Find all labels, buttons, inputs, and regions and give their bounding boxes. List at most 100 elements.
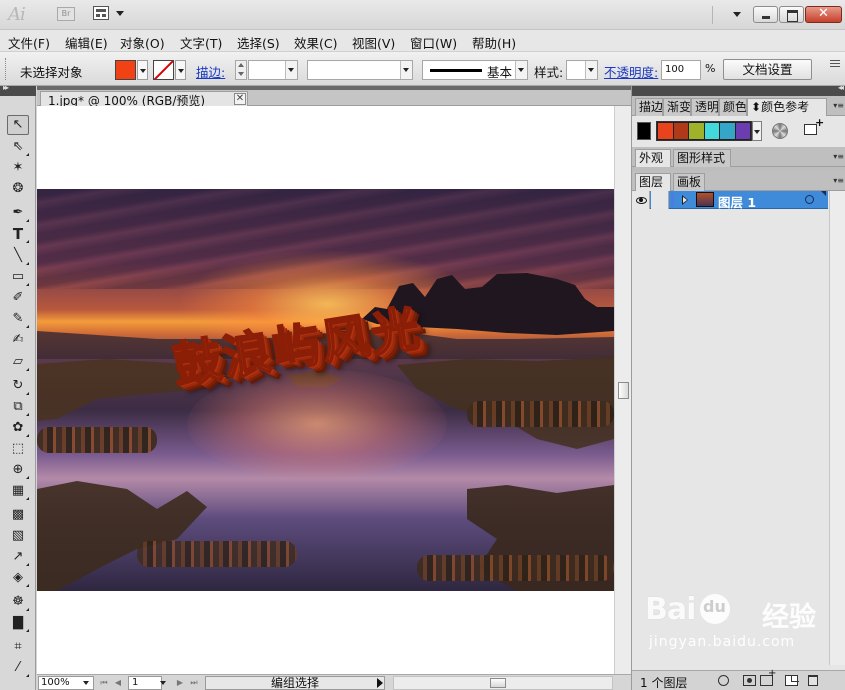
magic-wand-tool-icon[interactable]: ✶ xyxy=(7,158,29,178)
harmony-color-strip[interactable] xyxy=(656,121,752,141)
artboard-dropdown-chevron-icon[interactable] xyxy=(159,676,169,690)
workspace-switcher-chevron-icon[interactable] xyxy=(733,12,741,17)
panel-menu-icon[interactable] xyxy=(833,176,844,185)
canvas-horizontal-scrollbar[interactable] xyxy=(393,676,613,690)
horizontal-scroll-thumb[interactable] xyxy=(490,678,506,688)
target-circle-icon[interactable] xyxy=(805,195,814,204)
save-color-group-icon[interactable] xyxy=(804,116,824,135)
stroke-panel-link[interactable]: 描边: xyxy=(196,62,225,81)
bridge-button[interactable]: Br xyxy=(57,7,75,21)
harmony-rules-dropdown[interactable] xyxy=(752,121,762,141)
warp-tool-icon[interactable]: ✿ xyxy=(7,418,29,438)
visibility-eye-icon[interactable] xyxy=(632,191,650,209)
direct-selection-tool-icon[interactable]: ⇖ xyxy=(7,137,29,157)
document-setup-button[interactable]: 文档设置 xyxy=(723,59,812,80)
toolbox-collapse-handle[interactable] xyxy=(0,83,36,96)
artboard-canvas[interactable]: 鼓浪屿风光 xyxy=(37,106,614,674)
tab-appearance[interactable]: 外观 xyxy=(635,149,671,167)
maximize-button[interactable] xyxy=(779,6,804,23)
rectangle-tool-icon[interactable]: ▭ xyxy=(7,267,29,287)
panel-menu-icon[interactable] xyxy=(833,152,844,161)
harmony-swatch[interactable] xyxy=(735,123,750,139)
panel-dock-collapse-handle[interactable] xyxy=(632,83,845,96)
fill-dropdown-button[interactable] xyxy=(137,60,148,80)
layer-row[interactable]: 图层 1 xyxy=(632,191,828,210)
expand-triangle-icon[interactable] xyxy=(682,195,688,205)
blend-tool-icon[interactable]: ◈ xyxy=(7,568,29,588)
blob-brush-tool-icon[interactable]: ✍ xyxy=(7,330,29,350)
harmony-swatch[interactable] xyxy=(658,123,673,139)
base-color-swatch[interactable] xyxy=(637,122,651,140)
stroke-weight-field[interactable] xyxy=(248,60,298,80)
menu-file[interactable]: 文件(F) xyxy=(8,33,50,52)
tab-stroke[interactable]: 描边 xyxy=(635,98,663,116)
type-tool-icon[interactable]: T xyxy=(7,224,29,244)
selection-indicator[interactable] xyxy=(821,191,826,196)
pencil-tool-icon[interactable]: ✎ xyxy=(7,309,29,329)
opacity-panel-link[interactable]: 不透明度: xyxy=(604,62,658,81)
clipping-mask-icon[interactable] xyxy=(743,675,756,686)
tab-transparency[interactable]: 透明 xyxy=(691,98,719,116)
tab-gradient[interactable]: 渐变 xyxy=(663,98,691,116)
edit-colors-wheel-icon[interactable] xyxy=(772,123,788,139)
gradient-tool-icon[interactable]: ▧ xyxy=(7,526,29,546)
current-tool-status[interactable]: 编组选择 xyxy=(205,676,385,690)
menu-window[interactable]: 窗口(W) xyxy=(410,33,457,52)
opacity-input[interactable]: 100 xyxy=(661,60,701,80)
menu-view[interactable]: 视图(V) xyxy=(352,33,395,52)
tab-layers[interactable]: 图层 xyxy=(635,173,671,191)
line-segment-tool-icon[interactable]: ╲ xyxy=(7,246,29,266)
rotate-tool-icon[interactable]: ↻ xyxy=(7,376,29,396)
new-sublayer-icon[interactable] xyxy=(760,668,776,686)
layers-vertical-scrollbar[interactable] xyxy=(829,191,845,665)
selection-tool-icon[interactable]: ↖ xyxy=(7,115,29,135)
fill-color-swatch[interactable] xyxy=(115,60,136,80)
stroke-weight-stepper[interactable] xyxy=(235,60,247,80)
minimize-button[interactable] xyxy=(753,6,778,23)
locate-object-icon[interactable] xyxy=(718,675,729,686)
paintbrush-tool-icon[interactable]: ✐ xyxy=(7,288,29,308)
variable-width-profile-select[interactable] xyxy=(307,60,413,80)
harmony-swatch[interactable] xyxy=(720,123,735,139)
eyedropper-tool-icon[interactable]: ↗ xyxy=(7,547,29,567)
tab-artboards[interactable]: 画板 xyxy=(673,173,705,191)
scale-tool-icon[interactable]: ⧉ xyxy=(7,397,29,417)
graphic-style-select[interactable] xyxy=(566,60,598,80)
new-layer-icon[interactable] xyxy=(785,675,799,686)
mesh-tool-icon[interactable]: ▩ xyxy=(7,505,29,525)
tab-color[interactable]: 颜色 xyxy=(719,98,747,116)
tab-color-guide[interactable]: ⬍颜色参考 xyxy=(747,98,827,116)
free-transform-tool-icon[interactable]: ⬚ xyxy=(7,439,29,459)
landscape-photo[interactable]: 鼓浪屿风光 xyxy=(37,189,614,591)
canvas-vertical-scrollbar[interactable] xyxy=(614,106,631,674)
arrange-documents-button[interactable] xyxy=(93,6,127,23)
control-bar-menu-icon[interactable] xyxy=(830,60,840,70)
status-menu-arrow-icon[interactable] xyxy=(377,678,383,688)
next-artboard-icon[interactable]: ▶ xyxy=(174,676,186,690)
zoom-dropdown-chevron-icon[interactable] xyxy=(82,676,92,690)
harmony-swatch[interactable] xyxy=(704,123,719,139)
last-artboard-icon[interactable]: ⏭ xyxy=(188,676,200,690)
document-tab[interactable]: 1.jpg* @ 100% (RGB/预览) ✕ xyxy=(40,91,248,108)
stroke-color-swatch[interactable] xyxy=(153,60,174,80)
tab-graphic-styles[interactable]: 图形样式 xyxy=(673,149,731,167)
eraser-tool-icon[interactable]: ▱ xyxy=(7,352,29,372)
first-artboard-icon[interactable]: ⏮ xyxy=(98,676,110,690)
harmony-swatch[interactable] xyxy=(689,123,704,139)
menu-type[interactable]: 文字(T) xyxy=(180,33,222,52)
column-graph-tool-icon[interactable]: ▇ xyxy=(7,613,29,633)
lock-toggle[interactable] xyxy=(651,191,669,209)
perspective-grid-tool-icon[interactable]: ▦ xyxy=(7,481,29,501)
grip-handle[interactable] xyxy=(5,58,8,80)
panel-menu-icon[interactable] xyxy=(833,101,844,110)
close-tab-icon[interactable]: ✕ xyxy=(234,93,246,105)
vertical-scroll-thumb[interactable] xyxy=(618,382,629,399)
shape-builder-tool-icon[interactable]: ⊕ xyxy=(7,460,29,480)
menu-effect[interactable]: 效果(C) xyxy=(294,33,337,52)
menu-select[interactable]: 选择(S) xyxy=(237,33,280,52)
stroke-dropdown-button[interactable] xyxy=(175,60,186,80)
harmony-swatch[interactable] xyxy=(673,123,688,139)
menu-object[interactable]: 对象(O) xyxy=(120,33,165,52)
close-button[interactable]: ✕ xyxy=(805,6,842,23)
pen-tool-icon[interactable]: ✒ xyxy=(7,203,29,223)
